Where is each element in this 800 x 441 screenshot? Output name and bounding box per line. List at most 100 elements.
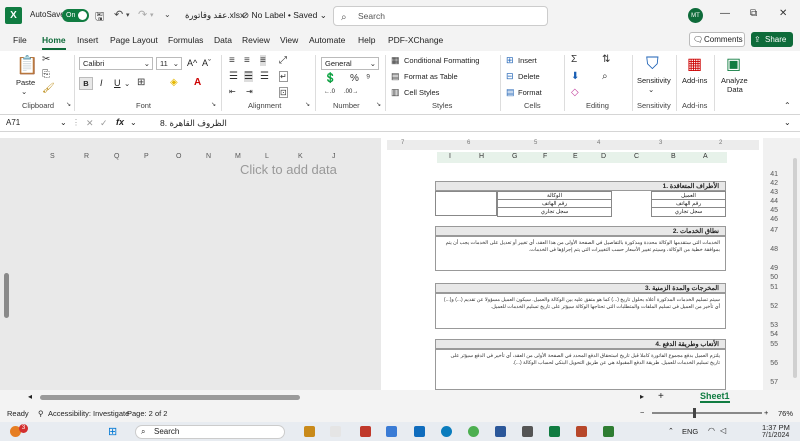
tab-view[interactable]: View <box>280 35 298 45</box>
insert-cells-button[interactable]: Insert <box>518 56 537 65</box>
autosum-icon[interactable]: Σ <box>571 54 577 65</box>
paste-button[interactable]: Paste <box>16 78 35 87</box>
tray-chevron-icon[interactable]: ⌃ <box>668 427 674 435</box>
clipboard-launcher-icon[interactable]: ↘ <box>66 101 71 108</box>
comments-button[interactable]: 🗨 Comments <box>689 32 745 47</box>
avatar[interactable]: MT <box>688 8 703 23</box>
cancel-icon[interactable]: ✕ <box>86 118 94 129</box>
redo-dropdown-icon[interactable]: ▾ <box>150 11 154 19</box>
column-header[interactable]: D <box>601 153 606 160</box>
column-header[interactable]: K <box>298 153 303 160</box>
tab-review[interactable]: Review <box>242 35 270 45</box>
format-cells-icon[interactable]: ▤ <box>506 87 515 98</box>
minimize-icon[interactable]: — <box>720 8 730 19</box>
column-header[interactable]: J <box>332 153 336 160</box>
borders-icon[interactable]: ⊞ <box>137 77 145 88</box>
sensitivity-button[interactable]: Sensitivity <box>637 76 671 85</box>
sensitivity-dropdown-icon[interactable]: ⌄ <box>648 85 654 94</box>
horizontal-scrollbar-thumb[interactable] <box>40 395 300 400</box>
scroll-left-icon[interactable]: ◂ <box>28 392 32 401</box>
row-number[interactable]: 50 <box>770 274 778 281</box>
sensitivity-status[interactable]: ⊘ No Label • Saved ⌄ <box>242 10 327 21</box>
column-header[interactable]: B <box>671 153 676 160</box>
increase-decimal-icon[interactable]: ←.0 <box>324 89 335 95</box>
section-title[interactable]: 1. الأطراف المتعاقدة <box>435 181 726 191</box>
restore-icon[interactable]: ⧉ <box>750 8 757 19</box>
font-size-select[interactable]: 11 ⌄ <box>156 57 182 70</box>
row-number[interactable]: 49 <box>770 265 778 272</box>
zoom-slider[interactable] <box>652 412 762 414</box>
sensitivity-icon[interactable]: ⛉ <box>646 54 659 74</box>
app-icon[interactable] <box>603 426 614 437</box>
row-number[interactable]: 55 <box>770 341 778 348</box>
section-title[interactable]: 4. الأتعاب وطريقة الدفع <box>435 339 726 349</box>
format-as-table-button[interactable]: Format as Table <box>404 72 458 81</box>
conditional-formatting-button[interactable]: Conditional Formatting <box>404 56 479 65</box>
fx-dropdown-icon[interactable]: ⌄ <box>130 118 137 127</box>
wrap-text-icon[interactable]: ↵ <box>279 71 288 82</box>
tab-data[interactable]: Data <box>214 35 232 45</box>
add-ins-button[interactable]: Add-ins <box>682 76 707 85</box>
column-header[interactable]: O <box>176 153 181 160</box>
row-number[interactable]: 43 <box>770 189 778 196</box>
windows-start-icon[interactable]: ⊞ <box>108 425 117 438</box>
share-button[interactable]: ⇪ Share <box>751 32 793 47</box>
undo-dropdown-icon[interactable]: ▾ <box>126 11 130 19</box>
volume-icon[interactable]: ◁ <box>720 426 726 435</box>
conditional-formatting-icon[interactable]: ▦ <box>391 55 400 66</box>
decrease-indent-icon[interactable]: ⇤ <box>229 87 236 96</box>
table-cell[interactable]: سجل تجاري <box>651 207 726 217</box>
add-ins-icon[interactable]: ▦ <box>687 54 702 74</box>
column-header[interactable]: E <box>573 153 578 160</box>
alignment-launcher-icon[interactable]: ↘ <box>305 101 310 108</box>
row-number[interactable]: 48 <box>770 246 778 253</box>
app-icon[interactable] <box>386 426 397 437</box>
align-bottom-icon[interactable]: ≡ <box>260 55 266 66</box>
align-right-icon[interactable]: ☰ <box>260 71 269 82</box>
close-icon[interactable]: ✕ <box>779 8 787 19</box>
scroll-right-icon[interactable]: ▸ <box>640 392 644 401</box>
click-to-add-data-placeholder[interactable]: Click to add data <box>240 162 337 177</box>
fill-icon[interactable]: ⬇ <box>571 71 579 82</box>
row-number[interactable]: 57 <box>770 379 778 386</box>
orientation-icon[interactable]: ⤢ <box>279 55 287 66</box>
column-header[interactable]: G <box>512 153 517 160</box>
format-cells-button[interactable]: Format <box>518 88 542 97</box>
word-icon[interactable] <box>495 426 506 437</box>
format-as-table-icon[interactable]: ▤ <box>391 71 400 82</box>
analyze-data-icon[interactable]: ▣ <box>726 54 741 74</box>
excel-icon[interactable] <box>549 426 560 437</box>
column-header[interactable]: N <box>206 153 211 160</box>
row-number[interactable]: 41 <box>770 171 778 178</box>
align-center-icon[interactable]: ☰ <box>244 71 253 82</box>
column-header[interactable]: F <box>543 153 547 160</box>
column-header[interactable]: C <box>634 153 639 160</box>
column-header[interactable]: Q <box>114 153 119 160</box>
enter-icon[interactable]: ✓ <box>100 118 108 129</box>
language-indicator[interactable]: ENG <box>682 427 698 436</box>
accounting-format-icon[interactable]: 💲 <box>324 73 336 84</box>
insert-cells-icon[interactable]: ⊞ <box>506 55 514 66</box>
row-number[interactable]: 45 <box>770 207 778 214</box>
taskbar-search[interactable]: ⌕ Search <box>135 425 285 439</box>
search-box[interactable]: ⌕ Search <box>333 6 548 26</box>
number-launcher-icon[interactable]: ↘ <box>376 101 381 108</box>
wifi-icon[interactable]: ◠ <box>708 426 715 435</box>
increase-font-icon[interactable]: A^ <box>187 58 197 68</box>
vertical-scrollbar[interactable] <box>793 158 797 378</box>
tab-insert[interactable]: Insert <box>77 35 98 45</box>
bold-button[interactable]: B <box>79 77 93 90</box>
accessibility-status[interactable]: Accessibility: Investigate <box>48 409 129 418</box>
align-top-icon[interactable]: ≡ <box>229 55 235 66</box>
name-box[interactable]: A71 <box>6 118 20 127</box>
save-icon[interactable]: 🖫 <box>95 8 104 27</box>
app-icon[interactable] <box>330 426 341 437</box>
fill-color-icon[interactable]: ◈ <box>170 77 178 88</box>
decrease-font-icon[interactable]: Aˇ <box>202 58 211 68</box>
clock-time[interactable]: 1:37 PM <box>762 423 790 432</box>
collapse-ribbon-icon[interactable]: ⌃ <box>784 101 791 110</box>
column-header[interactable]: H <box>479 153 484 160</box>
comma-style-icon[interactable]: ⁹ <box>366 73 370 84</box>
section-title[interactable]: 2. نطاق الخدمات <box>435 226 726 236</box>
paste-dropdown-icon[interactable]: ⌄ <box>21 87 27 96</box>
